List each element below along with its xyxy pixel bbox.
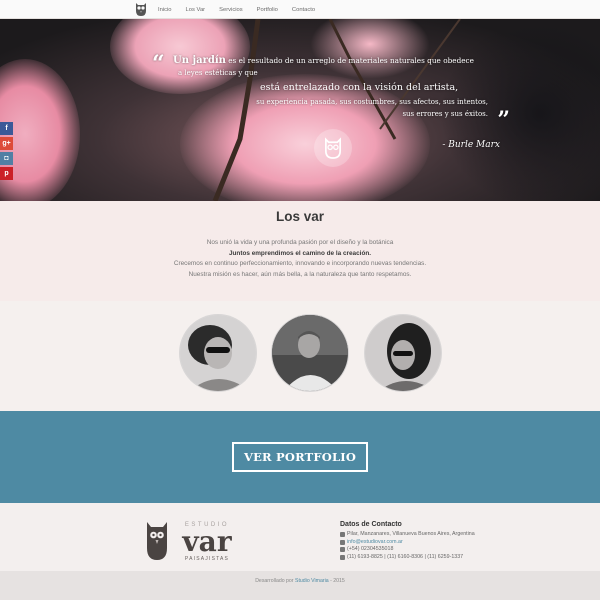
phone-icon (340, 547, 345, 553)
quote-line-1: es el resultado de un arreglo de materia… (228, 56, 474, 65)
contact-info: Datos de Contacto Pilar, Manzanares, Vil… (340, 521, 475, 561)
quote-line-3: está entrelazado con la visión del artis… (260, 82, 459, 93)
quote-author: - Burle Marx (442, 140, 500, 150)
logo-var-text: var (181, 525, 232, 558)
quote-line-4: su experiencia pasada, sus costumbres, s… (256, 98, 488, 106)
about-line-4: Nuestra misión es hacer, aún más bella, … (188, 270, 412, 278)
person-photo-icon (180, 315, 256, 391)
team-avatar-3 (365, 315, 441, 391)
quote-line-5: sus errores y sus éxitos. (402, 110, 488, 118)
owl-logo-icon (147, 522, 167, 560)
hero-banner: “ Un jardín es el resultado de un arregl… (0, 19, 600, 201)
home-icon (340, 532, 345, 538)
about-line-1: Nos unió la vida y una profunda pasión p… (206, 239, 394, 246)
nav-link-servicios[interactable]: Servicios (219, 7, 243, 13)
portfolio-section: VER PORTFOLIO (0, 411, 600, 503)
ver-portfolio-button[interactable]: VER PORTFOLIO (231, 442, 369, 472)
about-line-2: Juntos emprendimos el camino de la creac… (228, 249, 372, 257)
mobile-icon (340, 555, 345, 561)
owl-icon (325, 137, 341, 159)
nav-links: Inicio Los Var Servicios Portfolio Conta… (158, 0, 315, 19)
contact-title: Datos de Contacto (340, 521, 402, 528)
copyright-bar: Desarrollado por Studio Vimaria - 2015 (0, 571, 600, 600)
copyright-link[interactable]: Studio Vimaria (295, 578, 329, 584)
copyright-prefix: Desarrollado por (255, 578, 294, 584)
person-photo-icon (272, 315, 348, 391)
copyright-suffix: - 2015 (330, 578, 345, 584)
team-section (0, 301, 600, 411)
envelope-icon (340, 539, 345, 545)
team-avatar-1 (180, 315, 256, 391)
about-title: Los var (275, 209, 325, 224)
social-sidebar: f g+ ◘ p (0, 122, 13, 182)
pinterest-icon[interactable]: p (0, 167, 13, 180)
contact-mobile: (11) 6193-8825 | (11) 6160-8306 | (11) 6… (347, 553, 464, 560)
instagram-icon[interactable]: ◘ (0, 152, 13, 165)
about-line-3: Crecemos en continuo perfeccionamiento, … (173, 260, 427, 267)
quote-close-icon: ” (497, 107, 510, 133)
hero-branches (212, 19, 461, 201)
top-navigation: Inicio Los Var Servicios Portfolio Conta… (0, 0, 600, 19)
contact-email[interactable]: info@estudiovar.com.ar (347, 539, 403, 547)
team-avatar-2 (272, 315, 348, 391)
footer: ESTUDIO var PAISAJISTAS Datos de Contact… (0, 503, 600, 571)
facebook-icon[interactable]: f (0, 122, 13, 135)
quote-line-2: a leyes estéticas y que (178, 69, 258, 77)
quote-open-icon: “ (152, 51, 165, 77)
nav-link-contacto[interactable]: Contacto (292, 7, 315, 13)
hero-owl-badge (314, 129, 352, 167)
owl-logo-icon[interactable] (134, 1, 148, 17)
contact-phone: (+54) 02304535018 (347, 546, 394, 553)
about-section: Los var Nos unió la vida y una profunda … (0, 201, 600, 301)
about-text: Nos unió la vida y una profunda pasión p… (0, 238, 600, 280)
estudio-var-logo: ESTUDIO var PAISAJISTAS (147, 522, 233, 562)
google-plus-icon[interactable]: g+ (0, 137, 13, 150)
nav-link-portfolio[interactable]: Portfolio (257, 7, 278, 13)
contact-address: Pilar, Manzanares, Villanueva Buenos Air… (347, 531, 475, 537)
nav-link-inicio[interactable]: Inicio (158, 7, 172, 13)
logo-paisajistas-text: PAISAJISTAS (185, 556, 229, 562)
person-photo-icon (365, 315, 441, 391)
nav-link-los-var[interactable]: Los Var (186, 7, 206, 13)
quote-highlight: Un jardín (173, 55, 226, 66)
